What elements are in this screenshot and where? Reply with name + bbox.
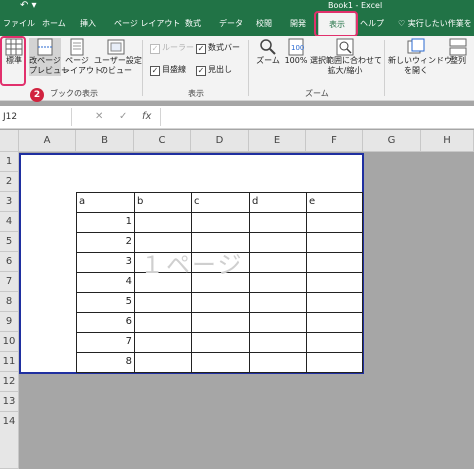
fx-icon[interactable]: fx (142, 108, 151, 126)
workbook-views-group-label: ブックの表示 (50, 89, 98, 98)
view-tab-highlight (314, 11, 358, 37)
tab-home[interactable]: ホーム (42, 12, 66, 36)
tab-developer[interactable]: 開発 (290, 12, 306, 36)
zoom-selection-icon (336, 38, 354, 56)
tab-data[interactable]: データ (219, 12, 243, 36)
ribbon-view: 標準 改ページ プレビュー ページ レイアウト ユーザー設定 のビュー 2 ブッ… (0, 36, 474, 102)
tab-help[interactable]: ヘルプ (360, 12, 384, 36)
svg-text:100: 100 (291, 44, 304, 52)
cell-b7[interactable]: 4 (76, 276, 132, 287)
zoom-group-label: ズーム (305, 89, 329, 98)
tab-file[interactable]: ファイル (3, 12, 35, 36)
headings-checkbox[interactable]: ✓ 見出し (196, 64, 232, 76)
show-group-label: 表示 (188, 89, 204, 98)
divider (248, 40, 249, 96)
cell-b10[interactable]: 7 (76, 336, 132, 347)
new-window-icon (407, 38, 425, 54)
page-break-label-1: 改ページ (29, 56, 61, 65)
cell-c3[interactable]: b (137, 196, 143, 207)
arrange-button[interactable]: 整列 (446, 38, 470, 66)
cell-b9[interactable]: 6 (76, 316, 132, 327)
table-grid (76, 192, 363, 373)
page-number-watermark: １ページ (140, 251, 244, 279)
enter-icon[interactable]: ✓ (119, 108, 127, 126)
tab-formulas[interactable]: 数式 (185, 12, 201, 36)
magnifier-icon (260, 39, 276, 55)
zoom-100-icon: 100 (288, 38, 304, 56)
page-layout-label-1: ページ (65, 56, 89, 65)
custom-views-button[interactable]: ユーザー設定 のビュー (94, 38, 142, 76)
custom-views-label-2: のビュー (100, 66, 132, 75)
cell-b8[interactable]: 5 (76, 296, 132, 307)
custom-views-label-1: ユーザー設定 (94, 56, 142, 65)
new-window-button[interactable]: 新しいウィンドウ を開く (388, 38, 452, 76)
normal-highlight (0, 36, 26, 86)
formula-bar: J12 ✕ ✓ fx (0, 106, 474, 129)
cell-b3[interactable]: a (79, 196, 85, 207)
annotation-badge-2: 2 (30, 88, 44, 102)
tell-me-label: 実行したい作業を (407, 19, 472, 28)
page-layout-icon (70, 38, 84, 56)
cancel-icon[interactable]: ✕ (95, 108, 103, 126)
tab-insert[interactable]: 挿入 (80, 12, 96, 36)
formula-bar-checkbox[interactable]: ✓ 数式バー (196, 42, 240, 54)
zoom-100-button[interactable]: 100 100% (284, 38, 308, 66)
gridlines-checkbox[interactable]: ✓ 目盛線 (150, 64, 186, 76)
gridlines-label: 目盛線 (162, 65, 186, 74)
arrange-label: 整列 (450, 56, 466, 65)
tab-page-layout[interactable]: ページ レイアウト (114, 12, 180, 36)
cell-e3[interactable]: d (252, 196, 258, 207)
ruler-label: ルーラー (162, 43, 194, 52)
page-break-preview-icon (37, 38, 53, 56)
zoom-label: ズーム (256, 56, 280, 65)
new-window-label-1: 新しいウィンドウ (388, 56, 452, 65)
cell-b5[interactable]: 2 (76, 236, 132, 247)
new-window-label-2: を開く (404, 66, 428, 75)
ruler-checkbox[interactable]: ✓ ルーラー (150, 42, 194, 54)
cell-b11[interactable]: 8 (76, 356, 132, 367)
name-box[interactable]: J12 (0, 108, 72, 126)
lightbulb-icon: ♡ (398, 19, 406, 28)
cell-f3[interactable]: e (309, 196, 315, 207)
formula-bar-label: 数式バー (208, 43, 240, 52)
page-break-preview-button[interactable]: 改ページ プレビュー (29, 38, 69, 76)
cell-b4[interactable]: 1 (76, 216, 132, 227)
cell-d3[interactable]: c (194, 196, 200, 207)
arrange-icon (449, 38, 467, 56)
divider (142, 40, 143, 96)
undo-icon[interactable]: ↶ ▾ (20, 0, 37, 12)
cell-b6[interactable]: 3 (76, 256, 132, 267)
custom-views-icon (107, 39, 125, 55)
divider (160, 108, 161, 126)
title-bar: ↶ ▾ Book1 - Excel (0, 0, 474, 12)
ribbon-tabs: ファイル ホーム 挿入 ページ レイアウト 数式 データ 校閲 開発 表示 ヘル… (0, 12, 474, 37)
zoom-100-label: 100% (284, 56, 308, 65)
zoom-selection-label-1: 選択範囲に合わせて (310, 56, 382, 65)
headings-label: 見出し (208, 65, 232, 74)
zoom-selection-label-2: 拡大/縮小 (327, 66, 363, 75)
page-layout-button[interactable]: ページ レイアウト (62, 38, 102, 76)
tab-review[interactable]: 校閲 (256, 12, 272, 36)
divider (384, 40, 385, 96)
tell-me-box[interactable]: ♡ 実行したい作業を (398, 12, 472, 36)
zoom-button[interactable]: ズーム (254, 38, 282, 66)
zoom-to-selection-button[interactable]: 選択範囲に合わせて 拡大/縮小 (310, 38, 382, 76)
